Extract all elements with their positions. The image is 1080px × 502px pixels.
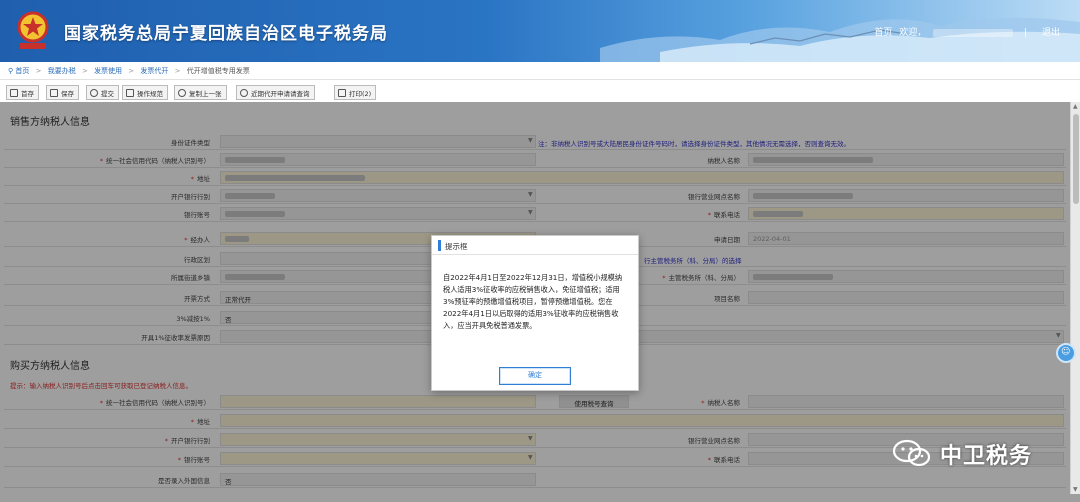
top-links: 首页 欢迎， | 退出	[870, 25, 1060, 38]
divider: |	[1024, 28, 1028, 38]
submit-label: 提交	[101, 90, 114, 98]
copy-icon	[178, 89, 186, 97]
disk-icon	[50, 89, 58, 97]
notice-dialog: 提示框 自2022年4月1日至2022年12月31日，增值税小规模纳税人适用3%…	[431, 235, 639, 391]
breadcrumb-current: 代开增值税专用发票	[186, 67, 250, 75]
chevron-right-icon: >	[81, 67, 88, 75]
chevron-right-icon: >	[174, 67, 181, 75]
scroll-down-icon[interactable]: ▼	[1073, 486, 1078, 493]
chevron-right-icon: >	[35, 67, 42, 75]
logout-link[interactable]: 退出	[1042, 28, 1060, 38]
chat-icon: ☺	[1061, 347, 1071, 357]
disk-icon	[10, 89, 18, 97]
guide-icon	[126, 89, 134, 97]
printer-icon	[338, 89, 346, 97]
print-label: 打印(2)	[349, 90, 372, 98]
guide-label: 操作规范	[137, 90, 163, 98]
temp-save-label: 首存	[21, 90, 34, 98]
breadcrumb-tax-handling[interactable]: 我要办税	[48, 67, 76, 75]
title-accent-bar	[438, 240, 441, 251]
confirm-button[interactable]: 确定	[499, 367, 571, 385]
site-title: 国家税务总局宁夏回族自治区电子税务局	[64, 24, 388, 44]
search-icon	[240, 89, 248, 97]
recent-query-button[interactable]: 近期代开申请请查询	[236, 85, 315, 100]
tax-emblem-icon	[17, 11, 49, 49]
chevron-right-icon: >	[128, 67, 135, 75]
redacted-username	[933, 28, 1014, 37]
location-pin-icon: ⚲	[8, 67, 14, 75]
breadcrumb-home[interactable]: 首页	[15, 67, 29, 75]
home-link[interactable]: 首页	[874, 28, 892, 38]
copy-previous-button[interactable]: 复制上一张	[174, 85, 227, 100]
dialog-header: 提示框	[432, 236, 638, 255]
welcome-text: 欢迎，	[899, 28, 927, 38]
save-button[interactable]: 保存	[46, 85, 79, 100]
breadcrumb-invoice-issue[interactable]: 发票代开	[140, 67, 168, 75]
temp-save-button[interactable]: 首存	[6, 85, 39, 100]
customer-service-button[interactable]: ☺	[1056, 343, 1076, 363]
scrollbar-thumb[interactable]	[1073, 114, 1079, 204]
site-header: 国家税务总局宁夏回族自治区电子税务局 首页 欢迎， | 退出	[0, 0, 1080, 62]
print-button[interactable]: 打印(2)	[334, 85, 377, 100]
dialog-message: 自2022年4月1日至2022年12月31日，增值税小规模纳税人适用3%征收率的…	[443, 273, 623, 330]
guide-button[interactable]: 操作规范	[122, 85, 168, 100]
scroll-up-icon[interactable]: ▲	[1073, 103, 1078, 110]
wechat-icon	[892, 439, 931, 467]
breadcrumb: ⚲ 首页 > 我要办税 > 发票使用 > 发票代开 > 代开增值税专用发票	[0, 62, 1080, 80]
page-scrollbar[interactable]: ▲ ▼	[1070, 102, 1080, 494]
dialog-title: 提示框	[445, 242, 468, 251]
recent-query-label: 近期代开申请请查询	[251, 90, 310, 98]
save-label: 保存	[61, 90, 74, 98]
toolbar: 首存 保存 提交 操作规范 复制上一张 近期代开申请请查询 打印(2)	[4, 85, 1076, 101]
copy-previous-label: 复制上一张	[189, 90, 222, 98]
submit-button[interactable]: 提交	[86, 85, 119, 100]
submit-icon	[90, 89, 98, 97]
breadcrumb-invoice-use[interactable]: 发票使用	[94, 67, 122, 75]
watermark-text: 中卫税务	[940, 444, 1033, 469]
